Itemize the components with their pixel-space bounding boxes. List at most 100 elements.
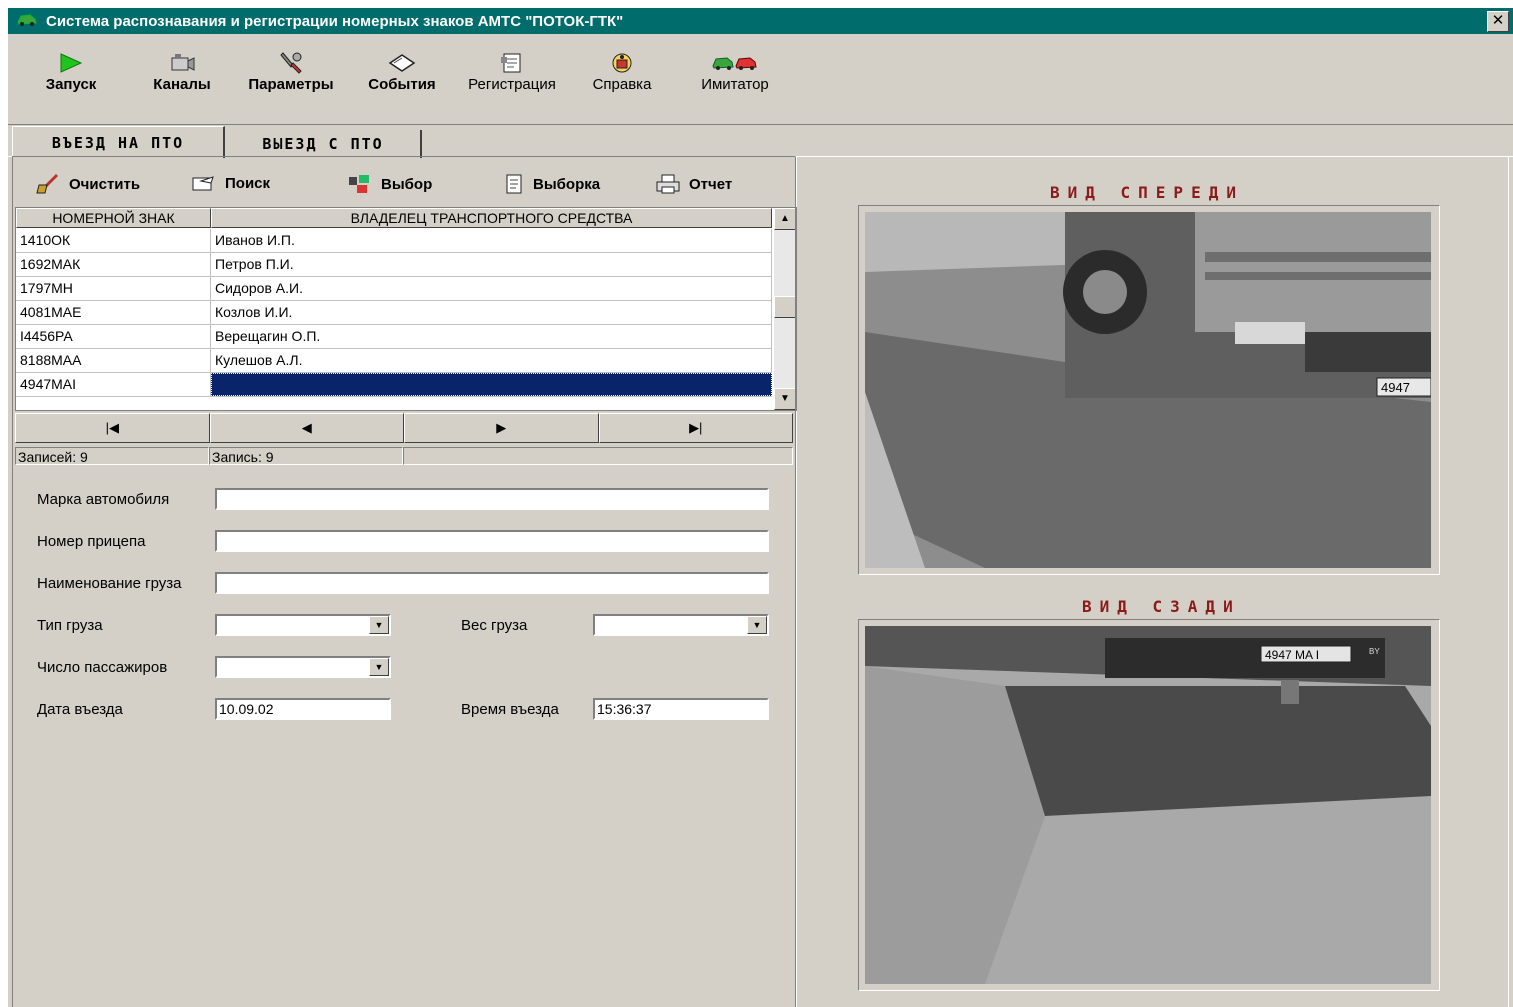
table-row[interactable]: I4456РА Верещагин О.П.	[16, 325, 772, 349]
simulator-button[interactable]: Имитатор	[692, 50, 778, 93]
simulator-label: Имитатор	[701, 76, 769, 93]
entry-time-field[interactable]: 15:36:37	[593, 698, 769, 720]
prev-record-button[interactable]: ◀	[209, 413, 404, 443]
table-row[interactable]: 1410ОК Иванов И.П.	[16, 229, 772, 253]
registration-label: Регистрация	[468, 76, 556, 93]
front-view-image: 4947	[858, 205, 1440, 575]
owner-cell-editing[interactable]	[211, 373, 772, 396]
start-label: Запуск	[45, 76, 97, 93]
cargo-type-label: Тип груза	[37, 617, 103, 634]
selection-button[interactable]: Выборка	[503, 173, 600, 195]
cargo-weight-label: Вес груза	[461, 617, 528, 634]
main-toolbar: Запуск Каналы Параметры События Регистра…	[8, 36, 1513, 125]
chevron-down-icon[interactable]: ▼	[369, 616, 389, 634]
rear-view-image: 4947 MA I BY	[858, 619, 1440, 991]
plate-cell[interactable]: 1692МАК	[16, 253, 211, 276]
camera-panel: ВИД СПЕРЕДИ 4947 ВИД СЗАДИ 4947 MA I BY	[795, 156, 1509, 1007]
car-brand-field[interactable]	[215, 488, 769, 510]
broom-icon	[36, 173, 59, 194]
tab-exit[interactable]: ВЫЕЗД С ПТО	[226, 130, 422, 158]
entry-panel: Очистить Поиск Выбор Выборка Отчет НОМЕР…	[12, 156, 797, 1007]
front-plate-text: 4947	[1381, 380, 1410, 395]
plate-cell[interactable]: 8188МАА	[16, 349, 211, 372]
car-app-icon	[16, 11, 38, 31]
camera-icon	[171, 54, 195, 71]
book-icon	[388, 54, 416, 72]
plate-cell[interactable]: 1410ОК	[16, 229, 211, 252]
column-header-owner[interactable]: ВЛАДЕЛЕЦ ТРАНСПОРТНОГО СРЕДСТВА	[211, 208, 772, 228]
cars-icon	[712, 57, 757, 70]
close-button[interactable]: ✕	[1487, 11, 1509, 32]
owner-cell[interactable]: Петров П.И.	[211, 253, 772, 276]
scroll-thumb[interactable]	[774, 296, 796, 318]
table-row[interactable]: 8188МАА Кулешов А.Л.	[16, 349, 772, 373]
search-button[interactable]: Поиск	[191, 173, 270, 193]
chevron-down-icon[interactable]: ▼	[369, 658, 389, 676]
document-icon	[506, 174, 522, 194]
help-label: Справка	[592, 76, 652, 93]
parameters-label: Параметры	[248, 76, 334, 93]
owner-cell[interactable]: Верещагин О.П.	[211, 325, 772, 348]
choose-icon	[349, 175, 369, 193]
title-bar: Система распознавания и регистрации номе…	[8, 8, 1513, 34]
table-scrollbar[interactable]: ▲ ▼	[774, 208, 796, 410]
help-button[interactable]: Справка	[584, 50, 660, 93]
table-row[interactable]: 1797МН Сидоров А.И.	[16, 277, 772, 301]
parameters-button[interactable]: Параметры	[236, 50, 346, 93]
rear-plate-text: 4947 MA I	[1265, 648, 1319, 662]
passengers-select[interactable]: ▼	[215, 656, 391, 678]
channels-button[interactable]: Каналы	[142, 50, 222, 93]
registration-button[interactable]: Регистрация	[460, 50, 564, 93]
cargo-name-label: Наименование груза	[37, 575, 182, 592]
first-record-button[interactable]: |◀	[15, 413, 210, 443]
table-row[interactable]: 1692МАК Петров П.И.	[16, 253, 772, 277]
table-row-selected[interactable]: 4947МАI	[16, 373, 772, 397]
choose-label: Выбор	[381, 175, 433, 193]
clear-button[interactable]: Очистить	[35, 173, 140, 195]
rear-view-title: ВИД СЗАДИ	[1082, 597, 1241, 616]
passengers-label: Число пассажиров	[37, 659, 168, 676]
events-button[interactable]: События	[360, 50, 444, 93]
owner-cell[interactable]: Сидоров А.И.	[211, 277, 772, 300]
report-button[interactable]: Отчет	[655, 173, 732, 195]
plate-cell[interactable]: 4947МАI	[16, 373, 211, 396]
scroll-up-arrow-icon[interactable]: ▲	[774, 208, 796, 230]
table-row[interactable]: 4081МАЕ Козлов И.И.	[16, 301, 772, 325]
trailer-label: Номер прицепа	[37, 533, 146, 550]
plate-cell[interactable]: I4456РА	[16, 325, 211, 348]
cargo-type-select[interactable]: ▼	[215, 614, 391, 636]
tools-icon	[280, 52, 302, 74]
owner-cell[interactable]: Кулешов А.Л.	[211, 349, 772, 372]
printer-icon	[656, 174, 680, 194]
records-toolbar: Очистить Поиск Выбор Выборка Отчет	[13, 157, 793, 207]
register-icon	[501, 53, 521, 73]
last-record-button[interactable]: ▶|	[598, 413, 793, 443]
status-empty-panel	[403, 447, 793, 465]
car-brand-label: Марка автомобиля	[37, 491, 170, 508]
table-header: НОМЕРНОЙ ЗНАК ВЛАДЕЛЕЦ ТРАНСПОРТНОГО СРЕ…	[16, 208, 772, 228]
help-icon	[612, 53, 632, 73]
record-navigator: |◀ ◀ ▶ ▶|	[15, 413, 793, 443]
scroll-down-arrow-icon[interactable]: ▼	[774, 388, 796, 410]
events-label: События	[368, 76, 436, 93]
chevron-down-icon[interactable]: ▼	[747, 616, 767, 634]
choose-button[interactable]: Выбор	[347, 173, 432, 195]
entry-date-field[interactable]: 10.09.02	[215, 698, 391, 720]
front-camera-photo: 4947	[865, 212, 1431, 568]
tab-entry[interactable]: ВЪЕЗД НА ПТО	[12, 126, 225, 158]
window-title: Система распознавания и регистрации номе…	[46, 12, 624, 30]
owner-cell[interactable]: Иванов И.П.	[211, 229, 772, 252]
next-record-button[interactable]: ▶	[404, 413, 599, 443]
main-window: Система распознавания и регистрации номе…	[8, 8, 1513, 1007]
cargo-name-field[interactable]	[215, 572, 769, 594]
owner-cell[interactable]: Козлов И.И.	[211, 301, 772, 324]
trailer-field[interactable]	[215, 530, 769, 552]
plate-cell[interactable]: 1797МН	[16, 277, 211, 300]
plates-table: НОМЕРНОЙ ЗНАК ВЛАДЕЛЕЦ ТРАНСПОРТНОГО СРЕ…	[15, 207, 797, 411]
start-button[interactable]: Запуск	[36, 50, 106, 93]
column-header-plate[interactable]: НОМЕРНОЙ ЗНАК	[16, 208, 211, 228]
plate-cell[interactable]: 4081МАЕ	[16, 301, 211, 324]
search-label: Поиск	[225, 174, 271, 192]
pointer-icon	[192, 176, 214, 191]
cargo-weight-select[interactable]: ▼	[593, 614, 769, 636]
